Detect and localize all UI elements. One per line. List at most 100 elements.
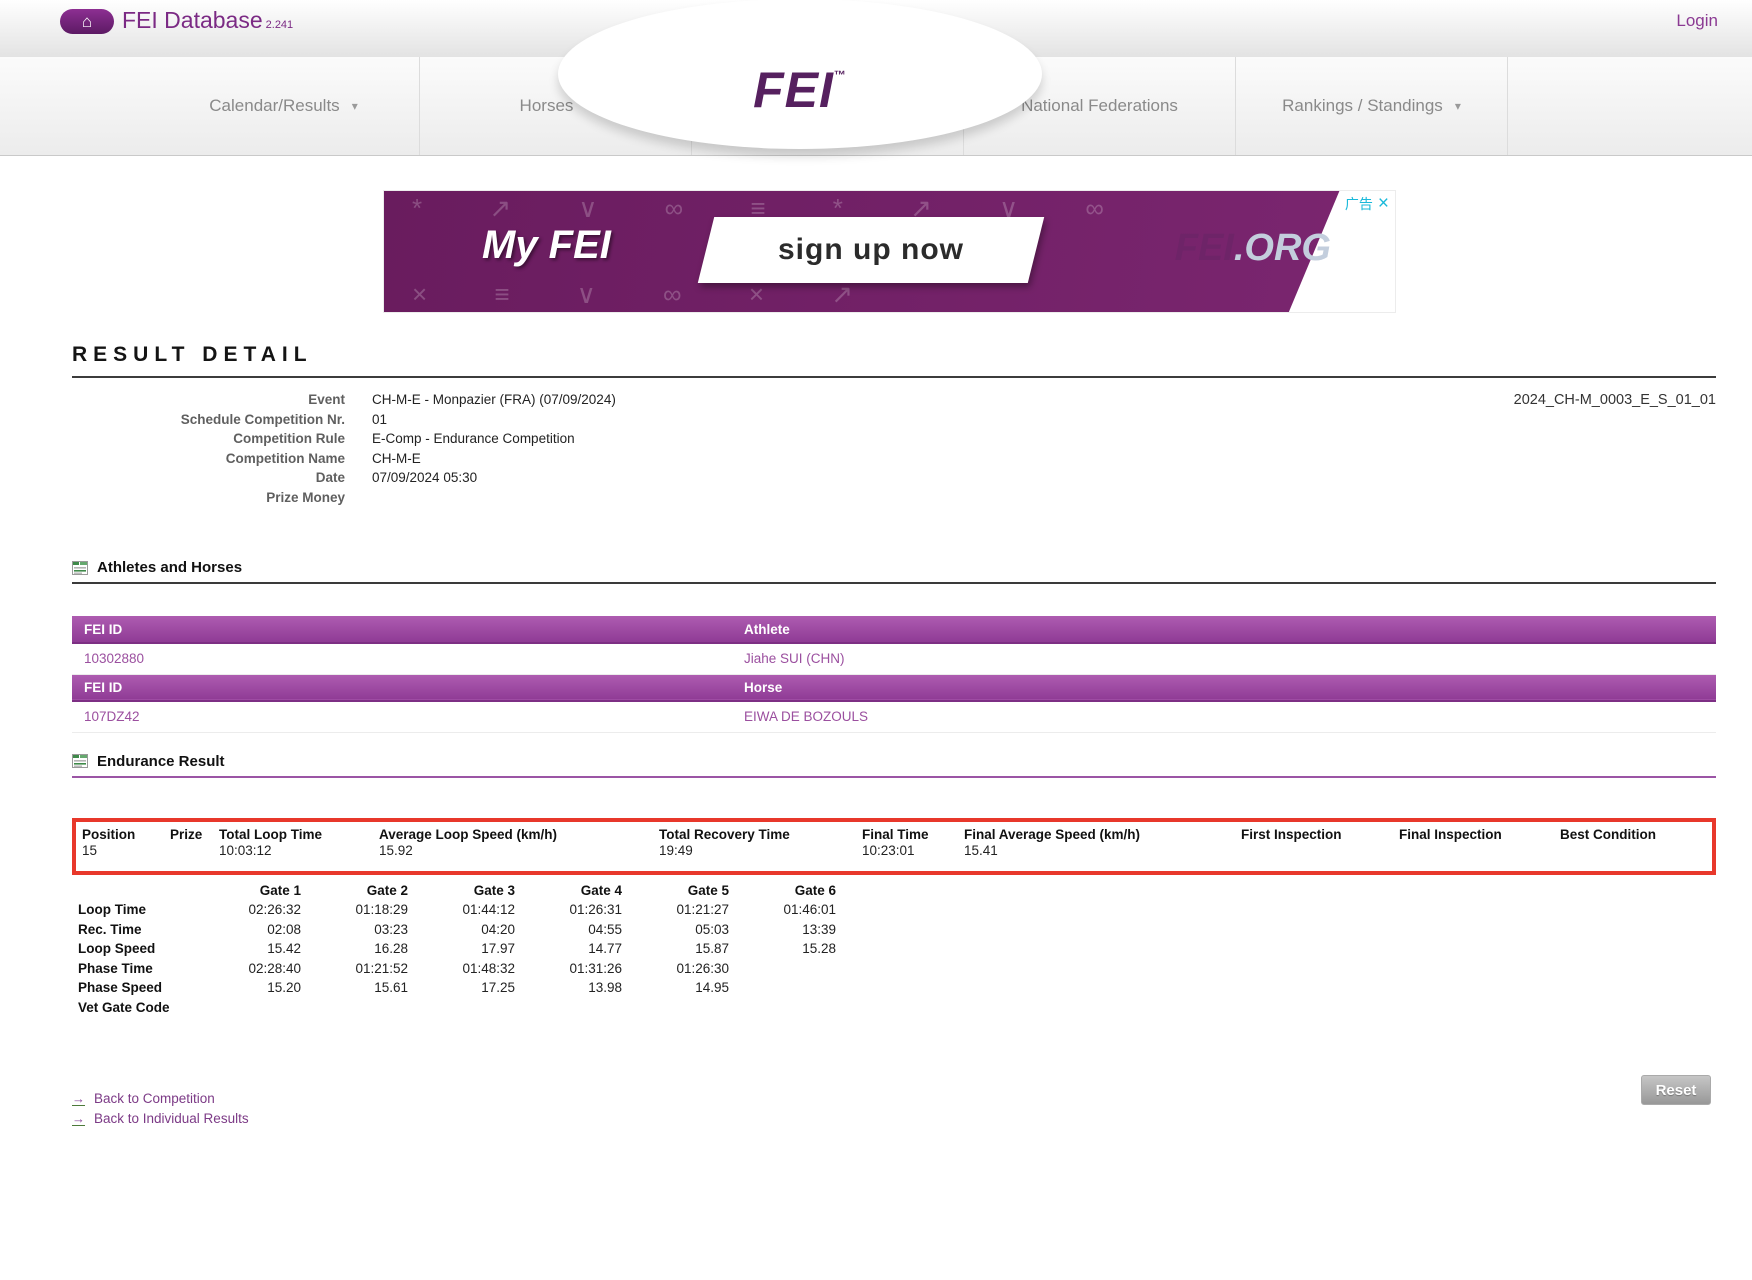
gate-cell: 01:26:31 [515,900,622,920]
gate-cell [515,998,622,1018]
table-row: 10302880 Jiahe SUI (CHN) [72,643,1716,674]
athlete-header: Athlete [732,616,1716,643]
result-summary-highlight-box: Position Prize Total Loop Time Average L… [72,818,1716,875]
gate-cell: 13:39 [729,920,836,940]
gate-cell: 02:26:32 [194,900,301,920]
gate-row-label: Phase Speed [72,978,194,998]
endurance-summary-table: Position Prize Total Loop Time Average L… [76,822,1712,871]
summary-header: Prize [164,822,213,842]
gate-cell: 15.42 [194,939,301,959]
summary-header: Final Inspection [1393,822,1554,842]
detail-row: Competition Rule E-Comp - Endurance Comp… [72,429,1716,449]
gate-cell [194,998,301,1018]
gates-row-phase-time: Phase Time 02:28:40 01:21:52 01:48:32 01… [72,959,836,979]
detail-label: Schedule Competition Nr. [72,410,345,430]
detail-row: Date 07/09/2024 05:30 [72,468,1716,488]
summary-value: 10:23:01 [856,842,958,871]
app-title: FEI Database2.241 [122,7,293,34]
gate-cell: 03:23 [301,920,408,940]
gate-cell: 14.95 [622,978,729,998]
detail-label: Date [72,468,345,488]
athlete-name-link[interactable]: Jiahe SUI (CHN) [732,643,1716,674]
gate-row-label: Loop Time [72,900,194,920]
table-header-row: FEI ID Horse [72,674,1716,701]
trademark-symbol: ™ [834,68,847,82]
gate-cell: 15.61 [301,978,408,998]
gate-column-header: Gate 4 [515,881,622,901]
summary-value-row: 15 10:03:12 15.92 19:49 10:23:01 15.41 [76,842,1712,871]
gates-row-loop-time: Loop Time 02:26:32 01:18:29 01:44:12 01:… [72,900,836,920]
fei-id-header: FEI ID [72,616,732,643]
summary-value: 10:03:12 [213,842,373,871]
detail-value: CH-M-E [372,449,421,469]
app-version: 2.241 [266,19,294,31]
table-icon [72,754,88,768]
back-to-competition-link[interactable]: → Back to Competition [72,1089,1716,1109]
summary-header: Average Loop Speed (km/h) [373,822,653,842]
athlete-fei-id-link[interactable]: 10302880 [72,643,732,674]
summary-header: First Inspection [1235,822,1393,842]
gate-cell [729,998,836,1018]
detail-label: Event [72,390,345,410]
nav-label: National Federations [1021,96,1178,116]
chevron-down-icon: ▾ [352,99,358,113]
endurance-section-header: Endurance Result [72,753,1716,778]
gate-cell: 14.77 [515,939,622,959]
gate-row-label: Rec. Time [72,920,194,940]
link-label: Back to Individual Results [94,1109,249,1129]
back-to-individual-results-link[interactable]: → Back to Individual Results [72,1109,1716,1129]
gate-cell: 04:20 [408,920,515,940]
competition-details: 2024_CH-M_0003_E_S_01_01 Event CH-M-E - … [72,390,1716,507]
summary-value [1554,842,1712,871]
detail-value: 01 [372,410,387,430]
athletes-section-header: Athletes and Horses [72,559,1716,584]
nav-item-calendar-results[interactable]: Calendar/Results ▾ [148,57,420,155]
detail-row: Prize Money [72,488,1716,508]
ad-tag-label: 广告 [1345,194,1373,214]
summary-value: 15.92 [373,842,653,871]
summary-header: Best Condition [1554,822,1712,842]
horse-name-link[interactable]: EIWA DE BOZOULS [732,701,1716,732]
fei-id-header: FEI ID [72,674,732,701]
detail-row: Competition Name CH-M-E [72,449,1716,469]
gate-cell [301,998,408,1018]
gates-row-phase-speed: Phase Speed 15.20 15.61 17.25 13.98 14.9… [72,978,836,998]
nav-item-rankings-standings[interactable]: Rankings / Standings ▾ [1236,57,1508,155]
fei-org-suffix: .ORG [1234,227,1331,269]
gate-cell: 15.20 [194,978,301,998]
home-button[interactable]: ⌂ [60,9,114,34]
site-header: Calendar/Results ▾ Horses ▾ Persons ▾ Na… [0,0,1752,156]
horse-fei-id-link[interactable]: 107DZ42 [72,701,732,732]
gate-cell: 01:44:12 [408,900,515,920]
summary-value: 15 [76,842,164,871]
summary-value [164,842,213,871]
table-row: 107DZ42 EIWA DE BOZOULS [72,701,1716,732]
gate-column-header: Gate 2 [301,881,408,901]
detail-value: E-Comp - Endurance Competition [372,429,575,449]
gates-row-rec-time: Rec. Time 02:08 03:23 04:20 04:55 05:03 … [72,920,836,940]
ad-close-icon[interactable]: × [1378,197,1389,211]
summary-header: Total Loop Time [213,822,373,842]
gate-cell [729,978,836,998]
gate-cell: 01:48:32 [408,959,515,979]
summary-header: Final Time [856,822,958,842]
gate-cell: 15.28 [729,939,836,959]
horse-header: Horse [732,674,1716,701]
detail-value: CH-M-E - Monpazier (FRA) (07/09/2024) [372,390,616,410]
gate-cell: 02:28:40 [194,959,301,979]
gate-cell: 04:55 [515,920,622,940]
nav-label: Calendar/Results [209,96,339,116]
summary-value: 19:49 [653,842,856,871]
fei-logo: FEI™ [690,61,910,119]
summary-value [1235,842,1393,871]
arrow-right-icon: → [72,1113,85,1126]
chevron-down-icon: ▾ [1455,99,1461,113]
ad-banner[interactable]: * ↗ ∨ ∞ ≡ * ↗ ∨ ∞ × ≡ ∨ ∞ × ↗ My FEI sig… [383,190,1396,313]
reset-button[interactable]: Reset [1641,1075,1711,1105]
gate-row-label: Vet Gate Code [72,998,194,1018]
ad-signup-button[interactable]: sign up now [698,217,1044,283]
gate-cell [729,959,836,979]
ad-headline: My FEI [482,223,611,268]
login-link[interactable]: Login [1676,11,1718,31]
summary-value [1393,842,1554,871]
